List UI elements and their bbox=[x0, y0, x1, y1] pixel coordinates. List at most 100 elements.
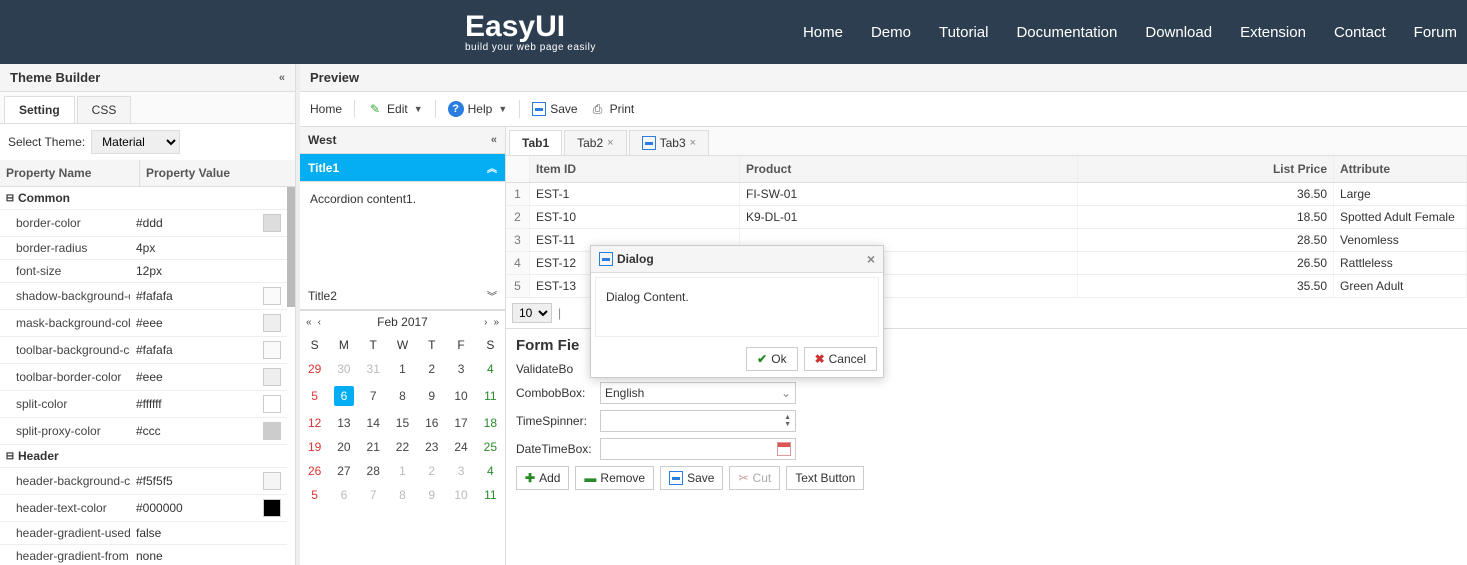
calendar-day[interactable]: 27 bbox=[329, 459, 358, 483]
calendar-day[interactable]: 8 bbox=[388, 381, 417, 411]
cancel-button[interactable]: ✖Cancel bbox=[804, 347, 877, 371]
calendar-day[interactable]: 18 bbox=[476, 411, 505, 435]
calendar-day[interactable]: 5 bbox=[300, 483, 329, 507]
property-row[interactable]: split-color#ffffff bbox=[0, 391, 287, 418]
property-row[interactable]: font-size12px bbox=[0, 260, 287, 283]
save-button[interactable]: Save bbox=[660, 466, 723, 490]
property-group[interactable]: ⊟Header bbox=[0, 445, 287, 468]
close-icon[interactable]: × bbox=[607, 137, 613, 149]
accordion-title2[interactable]: Title2︾ bbox=[300, 282, 505, 310]
table-row[interactable]: 2EST-10K9-DL-0118.50Spotted Adult Female bbox=[506, 206, 1467, 229]
calendar-day[interactable]: 21 bbox=[359, 435, 388, 459]
page-size-select[interactable]: 10 bbox=[512, 303, 552, 323]
property-row[interactable]: toolbar-background-col#fafafa bbox=[0, 337, 287, 364]
nav-extension[interactable]: Extension bbox=[1240, 24, 1306, 41]
calendar-day[interactable]: 8 bbox=[388, 483, 417, 507]
calendar-day[interactable]: 10 bbox=[446, 483, 475, 507]
combobox-field[interactable]: English⌄ bbox=[600, 382, 796, 404]
property-row[interactable]: border-color#ddd bbox=[0, 210, 287, 237]
calendar-icon[interactable] bbox=[777, 442, 791, 456]
calendar-day[interactable]: 25 bbox=[476, 435, 505, 459]
calendar-day[interactable]: 16 bbox=[417, 411, 446, 435]
calendar-day[interactable]: 13 bbox=[329, 411, 358, 435]
calendar-day[interactable]: 20 bbox=[329, 435, 358, 459]
nav-download[interactable]: Download bbox=[1145, 24, 1212, 41]
calendar-day[interactable]: 4 bbox=[476, 459, 505, 483]
property-group[interactable]: ⊟Common bbox=[0, 187, 287, 210]
property-row[interactable]: header-gradient-usedfalse bbox=[0, 522, 287, 545]
collapse-left-icon[interactable]: « bbox=[279, 72, 285, 84]
property-row[interactable]: header-gradient-fromnone bbox=[0, 545, 287, 565]
timespinner-field[interactable]: ▲▼ bbox=[600, 410, 796, 432]
text-button[interactable]: Text Button bbox=[786, 466, 864, 490]
scrollbar[interactable] bbox=[287, 187, 295, 307]
tb-edit[interactable]: ✎Edit▼ bbox=[367, 101, 423, 117]
calendar-day[interactable]: 1 bbox=[388, 357, 417, 381]
spinner-buttons[interactable]: ▲▼ bbox=[784, 414, 791, 428]
calendar-day[interactable]: 22 bbox=[388, 435, 417, 459]
cal-prev[interactable]: «‹ bbox=[306, 317, 321, 328]
remove-button[interactable]: ▬Remove bbox=[575, 466, 654, 490]
property-row[interactable]: border-radius4px bbox=[0, 237, 287, 260]
datetimebox-field[interactable] bbox=[600, 438, 796, 460]
nav-documentation[interactable]: Documentation bbox=[1016, 24, 1117, 41]
collapse-left-icon[interactable]: « bbox=[491, 134, 497, 146]
calendar-day[interactable]: 6 bbox=[329, 483, 358, 507]
property-row[interactable]: mask-background-colo#eee bbox=[0, 310, 287, 337]
calendar-day[interactable]: 30 bbox=[329, 357, 358, 381]
cal-title[interactable]: Feb 2017 bbox=[377, 315, 428, 329]
calendar-day[interactable]: 2 bbox=[417, 357, 446, 381]
calendar-day[interactable]: 31 bbox=[359, 357, 388, 381]
col-product[interactable]: Product bbox=[740, 156, 1078, 182]
calendar-day[interactable]: 2 bbox=[417, 459, 446, 483]
tab-tab1[interactable]: Tab1 bbox=[509, 130, 562, 155]
tab-tab2[interactable]: Tab2× bbox=[564, 130, 626, 155]
tab-tab3[interactable]: Tab3× bbox=[629, 130, 709, 155]
calendar-day[interactable]: 9 bbox=[417, 381, 446, 411]
dialog-header[interactable]: Dialog × bbox=[591, 246, 883, 273]
calendar-day[interactable]: 4 bbox=[476, 357, 505, 381]
calendar-day[interactable]: 15 bbox=[388, 411, 417, 435]
nav-home[interactable]: Home bbox=[803, 24, 843, 41]
tb-save[interactable]: Save bbox=[532, 102, 577, 116]
nav-contact[interactable]: Contact bbox=[1334, 24, 1386, 41]
calendar-day[interactable]: 28 bbox=[359, 459, 388, 483]
col-list-price[interactable]: List Price bbox=[1078, 156, 1334, 182]
tab-css[interactable]: CSS bbox=[77, 96, 132, 123]
tb-print[interactable]: ⎙Print bbox=[590, 101, 635, 117]
calendar-day[interactable]: 3 bbox=[446, 459, 475, 483]
calendar-day[interactable]: 3 bbox=[446, 357, 475, 381]
col-item-id[interactable]: Item ID bbox=[530, 156, 740, 182]
property-row[interactable]: split-proxy-color#ccc bbox=[0, 418, 287, 445]
ok-button[interactable]: ✔Ok bbox=[746, 347, 797, 371]
calendar-day[interactable]: 19 bbox=[300, 435, 329, 459]
calendar-day[interactable]: 11 bbox=[476, 381, 505, 411]
accordion-title1[interactable]: Title1︽ bbox=[300, 154, 505, 182]
calendar-day[interactable]: 23 bbox=[417, 435, 446, 459]
calendar-day[interactable]: 7 bbox=[359, 483, 388, 507]
theme-select[interactable]: Material bbox=[91, 130, 180, 154]
calendar-day[interactable]: 11 bbox=[476, 483, 505, 507]
tb-help[interactable]: ?Help▼ bbox=[448, 101, 508, 117]
calendar-day[interactable]: 1 bbox=[388, 459, 417, 483]
cal-next[interactable]: ›» bbox=[484, 317, 499, 328]
calendar-day[interactable]: 5 bbox=[300, 381, 329, 411]
calendar-day[interactable]: 14 bbox=[359, 411, 388, 435]
property-row[interactable]: shadow-background-co#fafafa bbox=[0, 283, 287, 310]
calendar-day[interactable]: 10 bbox=[446, 381, 475, 411]
table-row[interactable]: 1EST-1FI-SW-0136.50Large bbox=[506, 183, 1467, 206]
calendar-day[interactable]: 9 bbox=[417, 483, 446, 507]
calendar-day[interactable]: 17 bbox=[446, 411, 475, 435]
calendar-day[interactable]: 24 bbox=[446, 435, 475, 459]
property-row[interactable]: header-background-co#f5f5f5 bbox=[0, 468, 287, 495]
nav-forum[interactable]: Forum bbox=[1414, 24, 1457, 41]
calendar-day[interactable]: 6 bbox=[329, 381, 358, 411]
tb-home[interactable]: Home bbox=[310, 102, 342, 116]
close-icon[interactable]: × bbox=[690, 137, 696, 149]
calendar-day[interactable]: 12 bbox=[300, 411, 329, 435]
add-button[interactable]: ✚Add bbox=[516, 466, 569, 490]
nav-tutorial[interactable]: Tutorial bbox=[939, 24, 988, 41]
tab-setting[interactable]: Setting bbox=[4, 96, 75, 123]
property-row[interactable]: header-text-color#000000 bbox=[0, 495, 287, 522]
calendar-day[interactable]: 26 bbox=[300, 459, 329, 483]
